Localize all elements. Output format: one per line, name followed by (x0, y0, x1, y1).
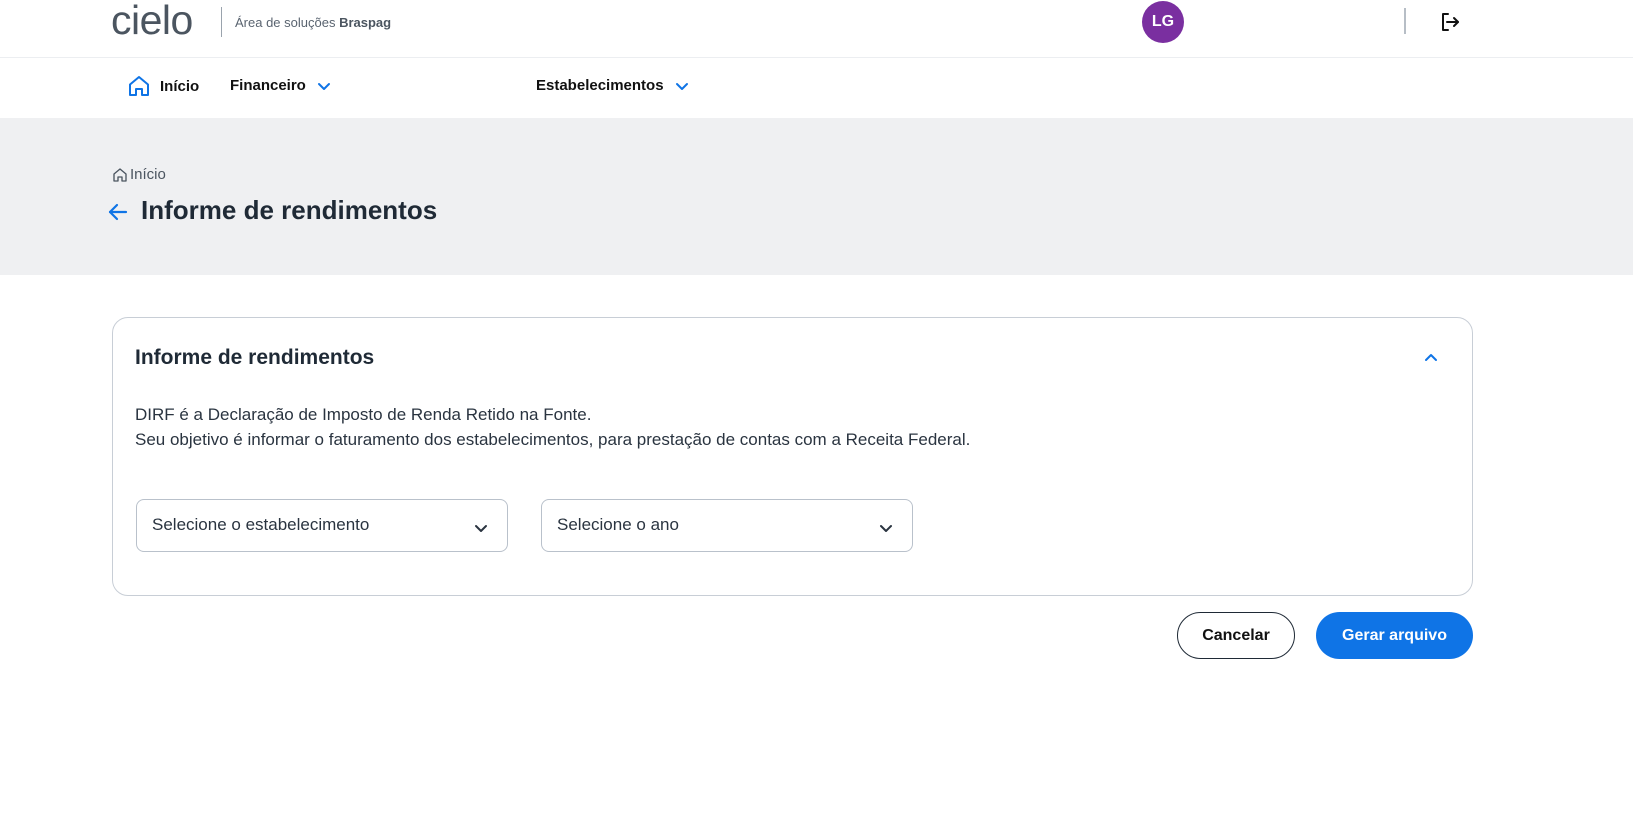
description-line: DIRF é a Declaração de Imposto de Renda … (135, 405, 592, 424)
breadcrumb[interactable]: Início (112, 166, 166, 183)
arrow-left-icon (108, 203, 128, 221)
area-prefix: Área de soluções (235, 15, 336, 30)
generate-file-button[interactable]: Gerar arquivo (1316, 612, 1473, 659)
chevron-up-icon (1425, 354, 1437, 361)
nav-item-inicio[interactable]: Início (127, 74, 199, 98)
avatar[interactable]: LG (1142, 1, 1184, 43)
logo-divider (221, 7, 222, 37)
page-header: Início Informe de rendimentos (0, 118, 1633, 275)
chevron-down-icon (880, 525, 892, 532)
chevron-down-icon (675, 82, 688, 90)
home-icon (113, 167, 127, 182)
cancel-button[interactable]: Cancelar (1177, 612, 1295, 659)
year-select[interactable]: Selecione o ano (541, 499, 913, 552)
chevron-down-icon (475, 525, 487, 532)
back-button[interactable] (107, 201, 129, 223)
select-value: Selecione o estabelecimento (152, 515, 370, 534)
breadcrumb-label: Início (130, 166, 166, 183)
nav-item-financeiro[interactable]: Financeiro (230, 77, 332, 94)
logout-button[interactable] (1438, 10, 1462, 34)
cielo-logo[interactable]: cielo (111, 0, 193, 41)
establishment-select[interactable]: Selecione o estabelecimento (136, 499, 508, 552)
informe-card: Informe de rendimentos DIRF é a Declaraç… (112, 317, 1473, 596)
card-description: DIRF é a Declaração de Imposto de Renda … (135, 402, 970, 452)
nav-item-label: Início (160, 77, 200, 95)
select-value: Selecione o ano (557, 515, 679, 534)
top-bar: cielo Área de soluções Braspag LG (0, 0, 1633, 58)
nav-item-label: Estabelecimentos (536, 77, 664, 94)
area-brand: Braspag (339, 15, 392, 30)
logout-icon (1442, 13, 1459, 31)
main-nav: Início Financeiro Estabelecimentos (0, 59, 1633, 118)
nav-item-estabelecimentos[interactable]: Estabelecimentos (536, 77, 690, 94)
card-title: Informe de rendimentos (135, 346, 375, 369)
chevron-down-icon (317, 82, 330, 90)
description-line: Seu objetivo é informar o faturamento do… (135, 430, 971, 449)
header-divider (1404, 8, 1406, 34)
nav-item-label: Financeiro (230, 77, 306, 94)
avatar-initials: LG (1151, 13, 1175, 30)
home-icon (129, 76, 149, 96)
collapse-button[interactable] (1419, 346, 1443, 370)
area-label: Área de soluções Braspag (235, 15, 391, 30)
page-title: Informe de rendimentos (141, 195, 438, 225)
